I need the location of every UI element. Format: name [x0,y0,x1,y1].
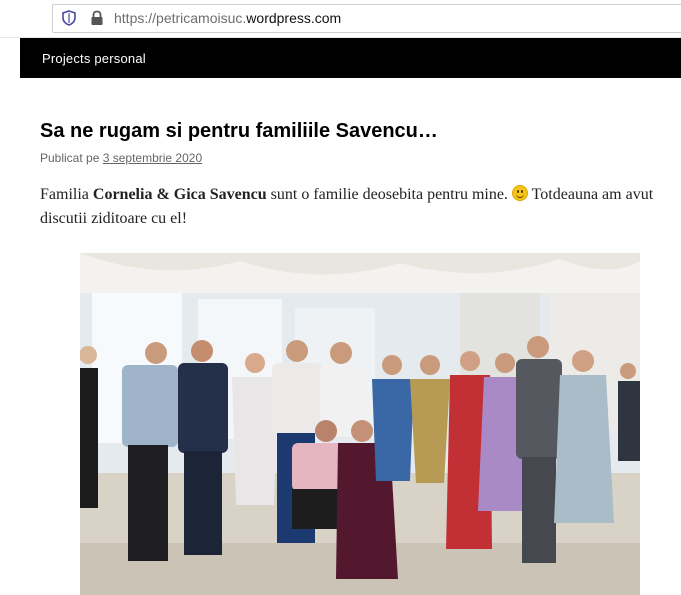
name-cornelia: Cornelia [92,186,153,203]
people-group [80,336,640,579]
url-domain: wordpress.com [246,10,342,26]
meta-prefix: Publicat pe [40,151,100,165]
group-photo[interactable] [80,253,640,595]
lock-icon[interactable] [90,10,104,26]
name-ampersand: & [152,186,174,203]
url-field[interactable]: https://petricamoisuc.wordpress.com [52,4,681,33]
post-meta: Publicat pe 3 septembrie 2020 [40,151,202,165]
url-text[interactable]: https://petricamoisuc.wordpress.com [114,10,341,26]
name-gica-savencu: Gica Savencu [173,186,267,203]
para-text-1: Familia [40,186,93,203]
site-navbar: Projects personal [20,38,681,78]
shield-icon[interactable] [61,10,77,26]
browser-address-bar: https://petricamoisuc.wordpress.com [0,0,681,38]
url-protocol: https:// [114,10,157,26]
url-subdomain: petricamoisuc. [156,10,247,26]
smiley-icon [511,185,528,201]
post-date-link[interactable]: 3 septembrie 2020 [103,151,202,165]
para-text-2: sunt o familie deosebita pentru mine. [266,186,512,203]
post-title[interactable]: Sa ne rugam si pentru familiile Savencu… [40,120,438,143]
post-paragraph: Familia Cornelia & Gica Savencu sunt o f… [40,183,680,231]
nav-item-projects-personal[interactable]: Projects personal [42,51,146,66]
